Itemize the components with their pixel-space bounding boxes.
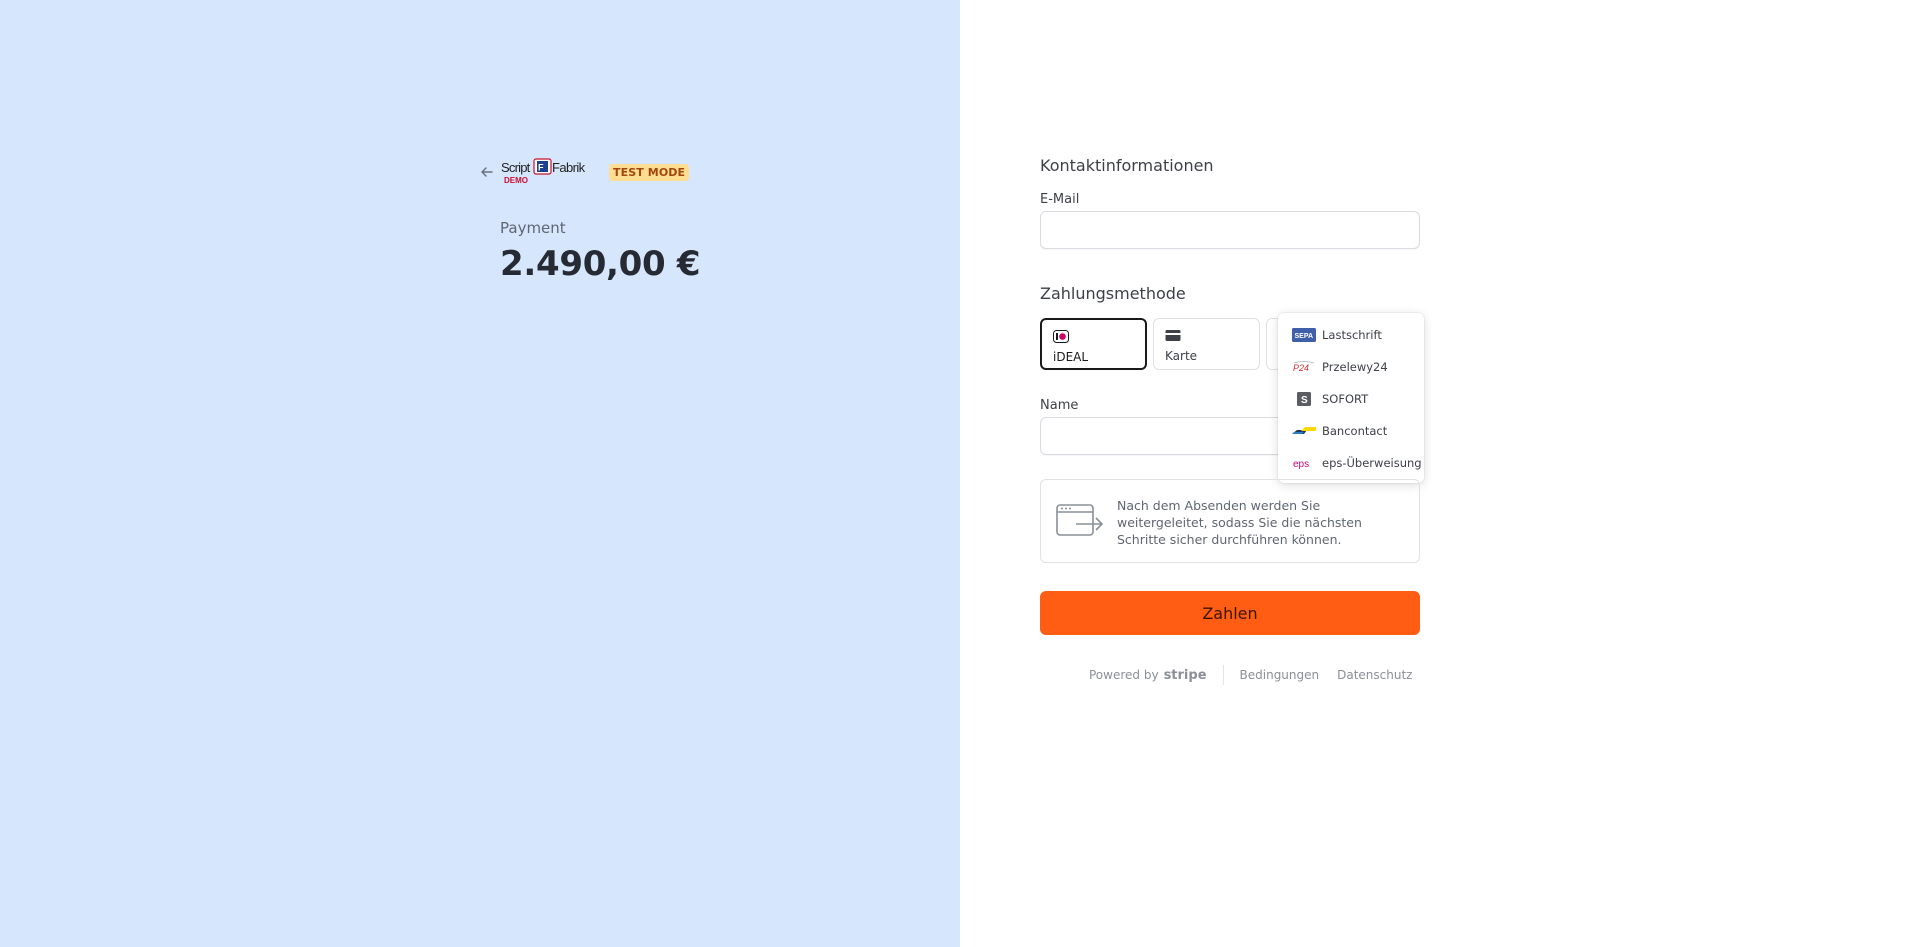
redirect-info-text: Nach dem Absenden werden Sie weitergelei… bbox=[1117, 498, 1362, 547]
svg-text:F: F bbox=[538, 163, 544, 173]
card-icon bbox=[1165, 330, 1181, 341]
method-label: Karte bbox=[1165, 349, 1198, 363]
redirect-info-box: Nach dem Absenden werden Sie weitergelei… bbox=[1040, 479, 1420, 563]
method-tab-card[interactable]: Karte bbox=[1153, 318, 1260, 370]
dropdown-item-eps[interactable]: eps eps-Überweisung bbox=[1292, 453, 1422, 473]
dropdown-item-przelewy24[interactable]: P24 Przelewy24 bbox=[1292, 357, 1388, 377]
redirect-icon bbox=[1056, 504, 1104, 536]
back-arrow-icon[interactable] bbox=[479, 164, 495, 180]
summary-panel: Script F Fabrik DEMO TEST MODE Payment 2… bbox=[0, 0, 960, 947]
dropdown-item-label: SOFORT bbox=[1322, 392, 1369, 406]
pay-button[interactable]: Zahlen bbox=[1040, 591, 1420, 635]
privacy-link[interactable]: Datenschutz bbox=[1337, 668, 1412, 682]
dropdown-item-label: Bancontact bbox=[1322, 424, 1388, 438]
payment-method-title: Zahlungsmethode bbox=[1040, 284, 1186, 303]
more-methods-dropdown: SEPA Lastschrift P24 Przelewy24 S SOFORT… bbox=[1278, 313, 1424, 483]
svg-text:DEMO: DEMO bbox=[504, 176, 528, 185]
sepa-icon: SEPA bbox=[1292, 328, 1316, 342]
dropdown-item-label: eps-Überweisung bbox=[1322, 456, 1422, 470]
svg-text:Fabrik: Fabrik bbox=[552, 160, 586, 175]
powered-by-text: Powered by bbox=[1089, 668, 1159, 682]
email-input[interactable] bbox=[1040, 211, 1420, 249]
scriptfabrik-logo[interactable]: Script F Fabrik DEMO bbox=[501, 158, 593, 186]
dropdown-item-label: Przelewy24 bbox=[1322, 360, 1388, 374]
method-tab-ideal[interactable]: iDEAL bbox=[1040, 318, 1147, 370]
header: Script F Fabrik DEMO TEST MODE bbox=[479, 157, 690, 187]
footer-divider bbox=[1222, 665, 1224, 685]
bancontact-icon bbox=[1292, 427, 1316, 434]
total-amount: 2.490,00 € bbox=[500, 244, 701, 284]
checkout-form: Kontaktinformationen E-Mail Zahlungsmeth… bbox=[1040, 156, 1420, 303]
payment-method-tabs: iDEAL Karte bbox=[1040, 318, 1280, 370]
svg-text:P24: P24 bbox=[1293, 363, 1309, 373]
email-label: E-Mail bbox=[1040, 192, 1080, 207]
sofort-icon: S bbox=[1297, 392, 1311, 406]
eps-icon: eps bbox=[1293, 459, 1309, 470]
footer: Powered by stripe Bedingungen Datenschut… bbox=[1089, 665, 1430, 685]
dropdown-item-label: Lastschrift bbox=[1322, 328, 1382, 342]
p24-icon: P24 bbox=[1293, 361, 1315, 373]
method-label: iDEAL bbox=[1053, 350, 1089, 364]
summary-label: Payment bbox=[500, 219, 566, 237]
svg-text:SEPA: SEPA bbox=[1295, 333, 1314, 340]
terms-link[interactable]: Bedingungen bbox=[1240, 668, 1320, 682]
dropdown-item-sofort[interactable]: S SOFORT bbox=[1292, 389, 1368, 409]
checkout-panel bbox=[960, 0, 1920, 947]
svg-text:S: S bbox=[1301, 395, 1308, 406]
svg-text:Script: Script bbox=[501, 160, 531, 175]
dropdown-item-bancontact[interactable]: Bancontact bbox=[1292, 421, 1387, 441]
stripe-logo[interactable]: stripe bbox=[1164, 668, 1207, 683]
contact-title: Kontaktinformationen bbox=[1040, 156, 1214, 175]
dropdown-item-lastschrift[interactable]: SEPA Lastschrift bbox=[1292, 325, 1382, 345]
ideal-icon bbox=[1053, 330, 1069, 343]
test-mode-badge: TEST MODE bbox=[609, 163, 690, 181]
svg-text:eps: eps bbox=[1293, 459, 1309, 470]
